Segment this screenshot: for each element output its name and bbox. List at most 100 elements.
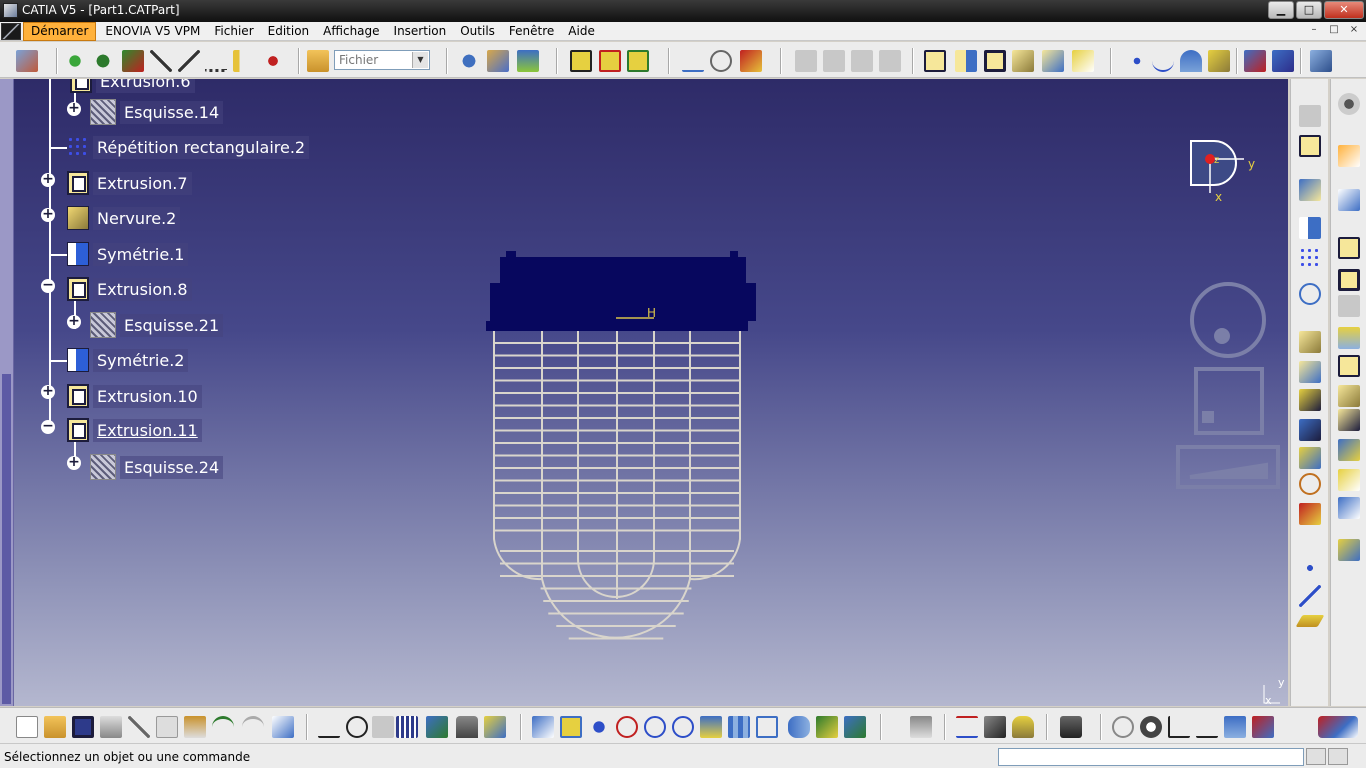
body-insert-icon[interactable]	[599, 50, 621, 72]
menu-aide[interactable]: Aide	[561, 22, 602, 41]
rotate-widget-icon[interactable]	[1190, 282, 1266, 358]
hide-show-icon[interactable]	[816, 716, 838, 738]
menu-affichage[interactable]: Affichage	[316, 22, 386, 41]
solid-combine-icon[interactable]	[1338, 539, 1360, 561]
shaft-icon[interactable]	[955, 50, 977, 72]
pad-icon[interactable]	[924, 50, 946, 72]
plane-tool-icon[interactable]	[1208, 50, 1230, 72]
view-tools-icon[interactable]	[1310, 50, 1332, 72]
menu-insertion[interactable]: Insertion	[387, 22, 454, 41]
pocket-icon[interactable]	[984, 50, 1006, 72]
close-button[interactable]: ✕	[1324, 1, 1364, 19]
split-icon[interactable]	[1299, 389, 1321, 411]
fly-mode-icon[interactable]	[532, 716, 554, 738]
zoom-out-icon[interactable]	[672, 716, 694, 738]
axis-icon[interactable]	[1168, 716, 1190, 738]
print-icon[interactable]	[100, 716, 122, 738]
constraint-icon[interactable]	[1244, 50, 1266, 72]
measure-inertia-icon[interactable]	[1012, 716, 1034, 738]
minimize-button[interactable]: ▁	[1268, 1, 1294, 19]
catia-app-icon[interactable]	[3, 3, 18, 18]
menu-fichier[interactable]: Fichier	[207, 22, 260, 41]
command-input[interactable]	[998, 748, 1304, 766]
surface-icon[interactable]	[1180, 50, 1202, 72]
rib-right-icon[interactable]	[1338, 385, 1360, 407]
table-icon[interactable]	[396, 716, 418, 738]
pattern-icon[interactable]	[1299, 247, 1321, 269]
pad-tool-icon[interactable]	[1338, 237, 1360, 259]
rotate-icon[interactable]	[616, 716, 638, 738]
thickness-icon[interactable]	[1299, 331, 1321, 353]
multi-view-icon[interactable]	[728, 716, 750, 738]
scaling-icon[interactable]	[1299, 283, 1321, 305]
menu-fenetre[interactable]: Fenêtre	[502, 22, 561, 41]
select-cursor-icon[interactable]	[1338, 145, 1360, 167]
scrollbar-thumb[interactable]	[2, 374, 11, 704]
doc-minimize-button[interactable]: –	[1306, 24, 1322, 38]
open-file-icon[interactable]	[44, 716, 66, 738]
chevron-down-icon[interactable]: ▼	[412, 52, 428, 68]
lock-icon[interactable]	[456, 716, 478, 738]
refresh-icon[interactable]	[1112, 716, 1134, 738]
rib-tool-icon[interactable]	[1012, 50, 1034, 72]
scale-icon[interactable]	[1196, 716, 1218, 738]
update-icon[interactable]	[910, 716, 932, 738]
move-icon[interactable]	[64, 50, 86, 72]
dimension-label[interactable]: H	[647, 306, 656, 320]
new-file-icon[interactable]	[16, 716, 38, 738]
parameters-icon[interactable]	[484, 716, 506, 738]
render-style-icon[interactable]	[788, 716, 810, 738]
grille-part[interactable]: H	[486, 251, 756, 640]
compass[interactable]: y x z	[1190, 140, 1255, 204]
body-update-icon[interactable]	[627, 50, 649, 72]
menu-edition[interactable]: Edition	[261, 22, 317, 41]
revolve-icon[interactable]	[1338, 327, 1360, 349]
catalog-icon[interactable]	[487, 50, 509, 72]
file-combo[interactable]: Fichier ▼	[334, 50, 430, 70]
hand-icon[interactable]	[1140, 716, 1162, 738]
swap-visible-icon[interactable]	[844, 716, 866, 738]
camera-icon[interactable]	[1060, 716, 1082, 738]
formula-icon[interactable]	[318, 716, 340, 738]
zoom-widget-icon[interactable]	[1194, 367, 1264, 435]
model-top-block[interactable]	[490, 251, 756, 331]
line-icon[interactable]	[178, 50, 200, 72]
zoom-in-icon[interactable]	[644, 716, 666, 738]
help-icon[interactable]	[272, 716, 294, 738]
point-icon[interactable]	[1126, 50, 1148, 72]
axis-system-icon[interactable]	[1299, 179, 1321, 201]
doc-close-button[interactable]: ×	[1346, 24, 1362, 38]
snap-icon[interactable]	[92, 50, 114, 72]
constraint-edit-icon[interactable]	[1272, 50, 1294, 72]
sketch-plane-icon[interactable]	[1299, 135, 1321, 157]
sew-surface-icon[interactable]	[1299, 419, 1321, 441]
slot-right-icon[interactable]	[1338, 409, 1360, 431]
fit-all-icon[interactable]	[560, 716, 582, 738]
menu-enovia[interactable]: ENOVIA V5 VPM	[98, 22, 207, 41]
maximize-button[interactable]: □	[1296, 1, 1322, 19]
plane-icon[interactable]	[1295, 615, 1325, 627]
manipulate-icon[interactable]	[122, 50, 144, 72]
add-material-icon[interactable]	[1299, 503, 1321, 525]
cut-icon[interactable]	[128, 716, 150, 738]
pan-icon[interactable]	[588, 716, 610, 738]
hole-icon[interactable]	[1338, 355, 1360, 377]
navigation-widgets[interactable]	[1176, 282, 1280, 489]
point-tool-icon[interactable]	[1299, 557, 1321, 579]
knowledge-icon[interactable]	[346, 716, 368, 738]
menu-demarrer[interactable]: Démarrer	[23, 21, 97, 41]
stiffener-icon[interactable]	[1338, 439, 1360, 461]
measure-item-icon[interactable]	[984, 716, 1006, 738]
symmetry-tool-icon[interactable]	[1299, 217, 1321, 239]
globe-icon[interactable]	[458, 50, 480, 72]
left-scrollbar[interactable]	[0, 79, 14, 706]
document-icon[interactable]	[1, 22, 21, 40]
hierarchy-icon[interactable]	[426, 716, 448, 738]
normal-view-icon[interactable]	[700, 716, 722, 738]
menu-outils[interactable]: Outils	[453, 22, 502, 41]
measure-between-icon[interactable]	[956, 716, 978, 738]
measure-icon[interactable]	[233, 50, 255, 72]
close-surface-icon[interactable]	[1299, 447, 1321, 469]
spline-icon[interactable]	[1152, 50, 1174, 72]
model-flange[interactable]	[486, 321, 748, 331]
